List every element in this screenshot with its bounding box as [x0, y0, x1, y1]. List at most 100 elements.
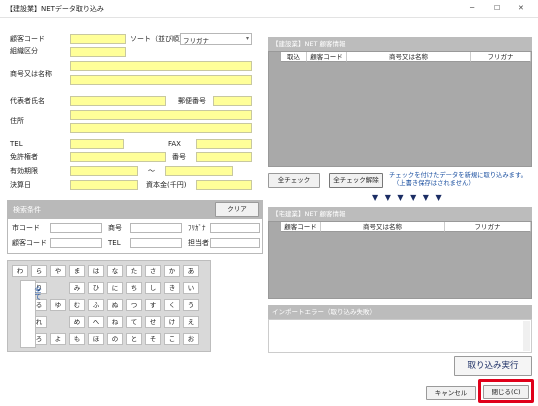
- license-holder-input[interactable]: [70, 152, 166, 162]
- validity-tilde: ～: [148, 167, 155, 175]
- kana-key[interactable]: て: [126, 316, 142, 328]
- grid-column-header[interactable]: 商号又は名称: [321, 222, 445, 232]
- realestate-panel-title: 【宅建業】NET 顧客情報: [268, 207, 532, 221]
- kana-key[interactable]: え: [183, 316, 199, 328]
- kana-key[interactable]: ち: [126, 282, 142, 294]
- validity-from-input[interactable]: [70, 166, 138, 176]
- customer-code-input[interactable]: [70, 34, 126, 44]
- sort-value: フリガナ: [183, 37, 209, 45]
- realestate-grid-header: 顧客コード 商号又は名称 フリガナ: [281, 222, 531, 232]
- cancel-button[interactable]: キャンセル: [426, 386, 476, 400]
- kana-key[interactable]: む: [69, 299, 85, 311]
- grid-column-header[interactable]: 取込: [281, 52, 307, 62]
- kana-key[interactable]: け: [164, 316, 180, 328]
- grid-column-header[interactable]: 商号又は名称: [347, 52, 471, 62]
- capital-input[interactable]: [196, 180, 252, 190]
- kana-keyboard: わらやまはなたさかありみひにちしきいるゆむふぬつすくうれめへねてせけえろよもほの…: [7, 260, 211, 352]
- kana-key[interactable]: な: [107, 265, 123, 277]
- close-icon[interactable]: ✕: [518, 4, 524, 12]
- trade-name-input-1[interactable]: [70, 61, 252, 71]
- kana-key[interactable]: も: [69, 333, 85, 345]
- realestate-customer-grid[interactable]: 顧客コード 商号又は名称 フリガナ: [268, 221, 532, 299]
- kana-key[interactable]: く: [164, 299, 180, 311]
- grid-column-header[interactable]: フリガナ: [445, 222, 531, 232]
- clear-button[interactable]: クリア: [215, 202, 259, 217]
- kana-key[interactable]: と: [126, 333, 142, 345]
- org-class-input[interactable]: [70, 47, 126, 57]
- kana-key[interactable]: か: [164, 265, 180, 277]
- kana-key[interactable]: ふ: [88, 299, 104, 311]
- number-input[interactable]: [196, 152, 252, 162]
- label-customer-code: 顧客コード: [10, 35, 45, 43]
- kana-key[interactable]: わ: [12, 265, 28, 277]
- kana-key[interactable]: お: [183, 333, 199, 345]
- settlement-input[interactable]: [70, 180, 138, 190]
- postal-input[interactable]: [213, 96, 252, 106]
- minimize-icon[interactable]: ─: [470, 4, 474, 12]
- city-code-input[interactable]: [50, 223, 102, 233]
- grid-column-header[interactable]: フリガナ: [471, 52, 531, 62]
- search-furigana-input[interactable]: [210, 223, 260, 233]
- address-input-1[interactable]: [70, 110, 252, 120]
- grid-column-header[interactable]: 顧客コード: [307, 52, 347, 62]
- check-note-line2: （上書き保存はされません）: [393, 180, 475, 187]
- execute-import-button[interactable]: 取り込み実行: [454, 356, 532, 376]
- maximize-icon[interactable]: ☐: [494, 4, 500, 12]
- kana-key[interactable]: そ: [145, 333, 161, 345]
- search-trade-input[interactable]: [130, 223, 182, 233]
- kana-key[interactable]: や: [50, 265, 66, 277]
- kana-key[interactable]: ほ: [88, 333, 104, 345]
- kana-key[interactable]: の: [107, 333, 123, 345]
- label-search-cust-code: 顧客コード: [12, 239, 47, 247]
- grid-column-header[interactable]: 顧客コード: [281, 222, 321, 232]
- kana-key[interactable]: た: [126, 265, 142, 277]
- kana-key[interactable]: へ: [88, 316, 104, 328]
- kana-key[interactable]: ひ: [88, 282, 104, 294]
- kana-key[interactable]: う: [183, 299, 199, 311]
- import-error-textarea[interactable]: [268, 319, 532, 353]
- kana-key[interactable]: み: [69, 282, 85, 294]
- kana-key[interactable]: さ: [145, 265, 161, 277]
- tel-input[interactable]: [70, 139, 124, 149]
- import-error-title: インポートエラー（取り込み失敗）: [268, 305, 532, 319]
- kana-key[interactable]: い: [183, 282, 199, 294]
- label-search-staff: 担当者: [188, 239, 209, 247]
- kana-key[interactable]: め: [69, 316, 85, 328]
- search-cust-code-input[interactable]: [50, 238, 102, 248]
- check-all-button[interactable]: 全チェック: [268, 173, 320, 188]
- kana-key[interactable]: つ: [126, 299, 142, 311]
- kana-key[interactable]: せ: [145, 316, 161, 328]
- kana-key[interactable]: す: [145, 299, 161, 311]
- kana-key[interactable]: あ: [183, 265, 199, 277]
- title-bar: 【建設業】NETデータ取り込み ─ ☐ ✕: [0, 0, 538, 18]
- kana-key[interactable]: ね: [107, 316, 123, 328]
- close-button[interactable]: 閉じる(C): [483, 385, 529, 399]
- chevron-down-icon: ▾: [245, 35, 249, 42]
- construction-customer-grid[interactable]: 取込 顧客コード 商号又は名称 フリガナ: [268, 51, 532, 167]
- trade-name-input-2[interactable]: [70, 75, 252, 85]
- sort-select[interactable]: フリガナ ▾: [180, 33, 252, 45]
- kana-key[interactable]: き: [164, 282, 180, 294]
- uncheck-all-button[interactable]: 全チェック解除: [329, 173, 383, 188]
- kana-key[interactable]: こ: [164, 333, 180, 345]
- error-scrollbar[interactable]: [523, 321, 530, 351]
- kana-key[interactable]: に: [107, 282, 123, 294]
- kana-key[interactable]: は: [88, 265, 104, 277]
- kana-key[interactable]: ま: [69, 265, 85, 277]
- kana-all-button[interactable]: 全て: [20, 280, 42, 348]
- fax-input[interactable]: [196, 139, 252, 149]
- kana-key[interactable]: ら: [31, 265, 47, 277]
- search-title: 検索条件: [13, 206, 41, 214]
- representative-input[interactable]: [70, 96, 166, 106]
- search-staff-input[interactable]: [210, 238, 260, 248]
- label-postal: 郵便番号: [178, 97, 206, 105]
- kana-key[interactable]: し: [145, 282, 161, 294]
- kana-key[interactable]: ぬ: [107, 299, 123, 311]
- kana-key[interactable]: よ: [50, 333, 66, 345]
- address-input-2[interactable]: [70, 123, 252, 133]
- validity-to-input[interactable]: [165, 166, 233, 176]
- construction-grid-header: 取込 顧客コード 商号又は名称 フリガナ: [281, 52, 531, 62]
- search-tel-input[interactable]: [130, 238, 182, 248]
- kana-key[interactable]: ゆ: [50, 299, 66, 311]
- construction-panel-title: 【建設業】NET 顧客情報: [268, 37, 532, 51]
